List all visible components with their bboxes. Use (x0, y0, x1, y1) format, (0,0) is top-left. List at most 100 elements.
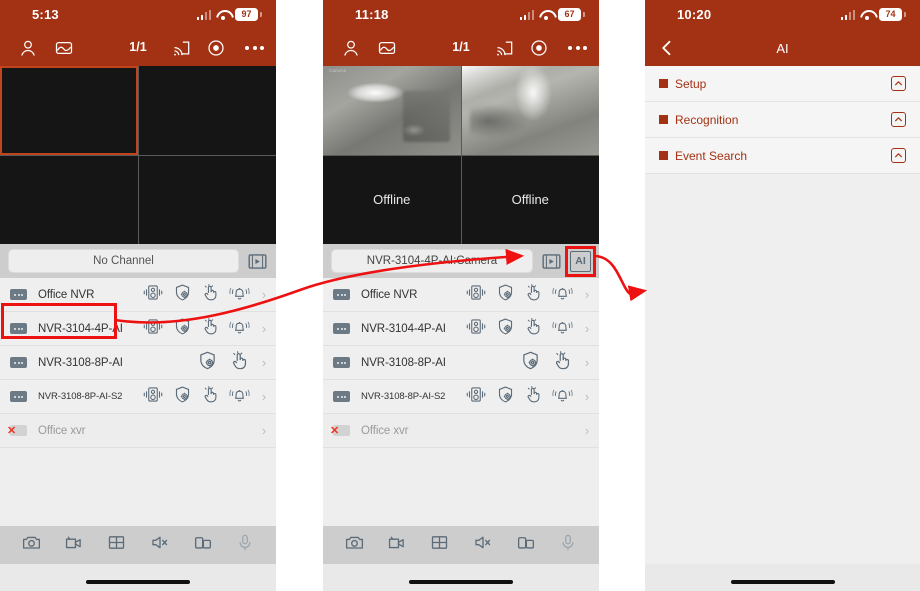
hand-touch-icon[interactable] (201, 283, 220, 307)
list-item[interactable]: Office NVR › (323, 278, 599, 312)
device-actions (142, 385, 250, 409)
hand-touch-icon[interactable] (552, 350, 573, 376)
image-icon[interactable] (54, 38, 74, 63)
video-cell[interactable] (461, 66, 599, 155)
record-video-icon[interactable] (63, 532, 85, 558)
list-item[interactable]: ✕ Office xvr › (0, 414, 276, 448)
bell-icon[interactable] (552, 283, 573, 307)
more-options-icon[interactable] (568, 38, 587, 58)
list-item[interactable]: NVR-3108-8P-AI-S2 › (323, 380, 599, 414)
video-cell[interactable] (138, 155, 276, 244)
list-item[interactable]: Office NVR › (0, 278, 276, 312)
image-icon[interactable] (377, 38, 397, 63)
nvr-device-icon (333, 289, 350, 300)
device-actions (197, 350, 250, 376)
shield-gear-icon[interactable] (197, 350, 218, 376)
device-actions (465, 385, 573, 409)
mute-speaker-icon[interactable] (149, 532, 171, 558)
chevron-up-boxed-icon[interactable] (891, 76, 906, 91)
video-cell[interactable] (0, 155, 138, 244)
rotate-screen-icon[interactable] (192, 532, 214, 558)
list-item[interactable]: NVR-3108-8P-AI-S2 › (0, 380, 276, 414)
bell-icon[interactable] (552, 317, 573, 341)
intercom-icon[interactable] (142, 386, 164, 408)
film-strip-icon[interactable] (247, 251, 268, 272)
chevron-up-boxed-icon[interactable] (891, 148, 906, 163)
hand-touch-icon[interactable] (201, 385, 220, 409)
home-indicator (730, 579, 835, 584)
shield-gear-icon[interactable] (520, 350, 541, 376)
chevron-right-icon: › (584, 423, 590, 438)
hand-touch-icon[interactable] (524, 385, 543, 409)
shield-gear-icon[interactable] (496, 317, 515, 341)
bell-icon[interactable] (229, 385, 250, 409)
nvr-device-icon (10, 289, 27, 300)
hand-touch-icon[interactable] (229, 350, 250, 376)
person-icon[interactable] (18, 38, 38, 63)
snapshot-camera-icon[interactable] (344, 532, 365, 558)
bullet-square-icon (659, 79, 668, 88)
status-time: 11:18 (355, 7, 389, 22)
shield-gear-icon[interactable] (173, 385, 192, 409)
video-grid-mid[interactable]: Camera Offline Offline (323, 66, 599, 244)
offline-x-icon: ✕ (330, 425, 340, 437)
list-item[interactable]: ✕ Office xvr › (323, 414, 599, 448)
video-cell[interactable] (0, 66, 138, 155)
list-item[interactable]: NVR-3108-8P-AI › (323, 346, 599, 380)
video-cell[interactable]: Offline (461, 155, 599, 244)
shield-gear-icon[interactable] (496, 283, 515, 307)
bell-icon[interactable] (229, 283, 250, 307)
video-cell[interactable]: Offline (323, 155, 461, 244)
list-item[interactable]: NVR-3108-8P-AI › (0, 346, 276, 380)
back-chevron-icon[interactable] (657, 38, 677, 63)
cast-icon[interactable] (172, 38, 192, 63)
grid-layout-icon[interactable] (106, 532, 127, 558)
ai-menu-item-event-search[interactable]: Event Search (645, 138, 920, 174)
microphone-icon[interactable] (558, 532, 578, 558)
channel-name-field[interactable]: NVR-3104-4P-AI:Camera (331, 249, 533, 273)
list-item[interactable]: NVR-3104-4P-AI › (323, 312, 599, 346)
eye-icon[interactable] (206, 38, 226, 63)
chevron-right-icon: › (261, 355, 267, 370)
eye-icon[interactable] (529, 38, 549, 63)
ai-button-wrapper[interactable]: AI (565, 245, 596, 277)
bell-icon[interactable] (229, 317, 250, 341)
hand-touch-icon[interactable] (201, 317, 220, 341)
grid-layout-icon[interactable] (429, 532, 450, 558)
intercom-icon[interactable] (465, 284, 487, 306)
video-grid-left[interactable] (0, 66, 276, 244)
video-cell[interactable] (138, 66, 276, 155)
snapshot-camera-icon[interactable] (21, 532, 42, 558)
shield-gear-icon[interactable] (173, 283, 192, 307)
ai-menu-item-recognition[interactable]: Recognition (645, 102, 920, 138)
intercom-icon[interactable] (465, 386, 487, 408)
nvr-device-icon (10, 357, 27, 368)
ai-menu-item-setup[interactable]: Setup (645, 66, 920, 102)
intercom-icon[interactable] (142, 284, 164, 306)
ai-button[interactable]: AI (570, 250, 591, 272)
chevron-up-boxed-icon[interactable] (891, 112, 906, 127)
battery-icon: 67 (558, 8, 585, 21)
record-video-icon[interactable] (386, 532, 408, 558)
hand-touch-icon[interactable] (524, 283, 543, 307)
device-actions (465, 317, 573, 341)
video-cell[interactable]: Camera (323, 66, 461, 155)
intercom-icon[interactable] (142, 318, 164, 340)
shield-gear-icon[interactable] (173, 317, 192, 341)
bell-icon[interactable] (552, 385, 573, 409)
page-count: 1/1 (452, 40, 470, 54)
shield-gear-icon[interactable] (496, 385, 515, 409)
cast-icon[interactable] (495, 38, 515, 63)
person-icon[interactable] (341, 38, 361, 63)
channel-name-field[interactable]: No Channel (8, 249, 239, 273)
mute-speaker-icon[interactable] (472, 532, 494, 558)
rotate-screen-icon[interactable] (515, 532, 537, 558)
wifi-icon (860, 10, 874, 20)
film-strip-icon[interactable] (541, 251, 562, 272)
list-item[interactable]: NVR-3104-4P-AI › (0, 312, 276, 346)
more-options-icon[interactable] (245, 38, 264, 58)
hand-touch-icon[interactable] (524, 317, 543, 341)
intercom-icon[interactable] (465, 318, 487, 340)
status-indicators: 74 (840, 8, 906, 21)
microphone-icon[interactable] (235, 532, 255, 558)
